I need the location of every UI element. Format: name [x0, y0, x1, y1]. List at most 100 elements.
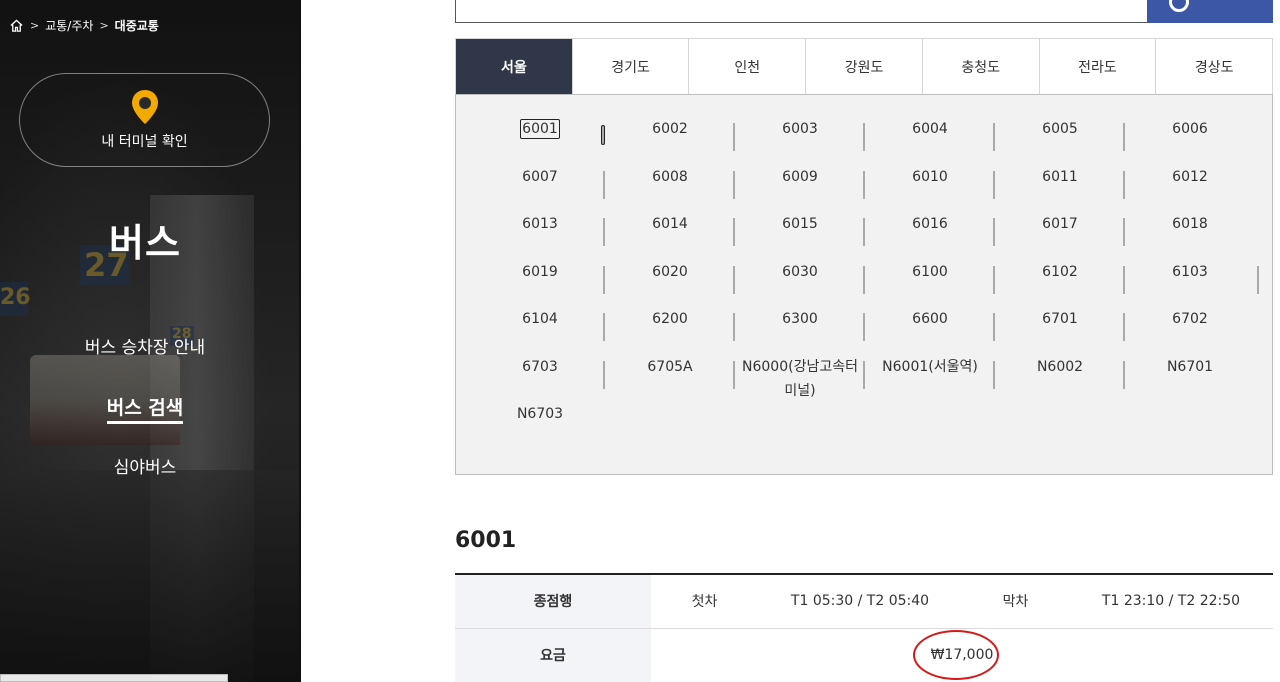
- tab-region-1[interactable]: 경기도: [573, 39, 690, 94]
- route-link[interactable]: 6020: [651, 260, 689, 308]
- sidebar-item-bus-search[interactable]: 버스 검색: [0, 396, 290, 456]
- route-divider: [1257, 265, 1259, 294]
- route-item: 6100: [865, 260, 995, 308]
- route-item: N6001(서울역): [865, 355, 995, 403]
- route-link[interactable]: N6002: [1036, 355, 1084, 403]
- route-panel: 6001 6002 6003 6004 6005 6006 6007 6008 6009 6010…: [455, 94, 1273, 475]
- route-item: 6300: [735, 307, 865, 355]
- tab-region-3[interactable]: 강원도: [806, 39, 923, 94]
- search-icon: [1169, 0, 1189, 12]
- route-link[interactable]: 6011: [1041, 165, 1079, 213]
- route-link[interactable]: 6702: [1171, 307, 1209, 355]
- route-item: 6012: [1125, 165, 1255, 213]
- home-icon[interactable]: [9, 18, 24, 33]
- route-item: 6019: [475, 260, 605, 308]
- tab-region-4[interactable]: 충청도: [923, 39, 1040, 94]
- chevron-right-icon: >: [30, 19, 40, 32]
- route-item: 6702: [1125, 307, 1255, 355]
- route-item: 6011: [995, 165, 1125, 213]
- route-link[interactable]: 6004: [911, 117, 949, 165]
- tab-region-5[interactable]: 전라도: [1040, 39, 1157, 94]
- route-link[interactable]: 6701: [1041, 307, 1079, 355]
- tab-region-2[interactable]: 인천: [689, 39, 807, 94]
- route-item: 6006: [1125, 117, 1255, 165]
- sidebar-item-late-night-bus[interactable]: 심야버스: [0, 456, 290, 516]
- route-link[interactable]: 6006: [1171, 117, 1209, 165]
- route-link[interactable]: 6005: [1041, 117, 1079, 165]
- breadcrumb-current[interactable]: 대중교통: [115, 17, 159, 34]
- route-link[interactable]: 6100: [911, 260, 949, 308]
- tab-region-0[interactable]: 서울: [456, 39, 573, 101]
- my-terminal-button[interactable]: 내 터미널 확인: [19, 73, 270, 167]
- search-input[interactable]: [455, 0, 1148, 23]
- breadcrumb-item[interactable]: 교통/주차: [45, 17, 93, 34]
- sidebar: 27 26 28 > 교통/주차 > 대중교통 내 터미널 확인 버스 버스 승…: [0, 0, 301, 682]
- route-item: 6009: [735, 165, 865, 213]
- fare-cell: ₩17,000: [651, 628, 1273, 682]
- route-link[interactable]: 6007: [521, 165, 559, 213]
- route-link[interactable]: N6000(강남고속터미널): [735, 355, 865, 403]
- route-link[interactable]: 6030: [781, 260, 819, 308]
- route-link[interactable]: 6002: [651, 117, 689, 165]
- route-link[interactable]: N6703: [516, 402, 564, 450]
- route-link[interactable]: 6015: [781, 212, 819, 260]
- breadcrumb: > 교통/주차 > 대중교통: [9, 17, 159, 34]
- route-item: 6013: [475, 212, 605, 260]
- route-item: N6703: [475, 402, 605, 450]
- route-link[interactable]: 6013: [521, 212, 559, 260]
- route-item: 6015: [735, 212, 865, 260]
- route-link[interactable]: 6010: [911, 165, 949, 213]
- fare-label: 요금: [455, 628, 651, 682]
- route-item: 6600: [865, 307, 995, 355]
- route-item: 6020: [605, 260, 735, 308]
- route-link[interactable]: 6018: [1171, 212, 1209, 260]
- route-item: 6002: [605, 117, 735, 165]
- route-info-table: 종점행 첫차 T1 05:30 / T2 05:40 막차 T1 23:10 /…: [455, 573, 1273, 682]
- route-link[interactable]: 6009: [781, 165, 819, 213]
- route-item: 6016: [865, 212, 995, 260]
- route-link[interactable]: 6001: [520, 119, 560, 139]
- first-bus-time: T1 05:30 / T2 05:40: [758, 574, 962, 629]
- region-tabs: 서울 경기도 인천 강원도 충청도 전라도 경상도: [455, 38, 1273, 101]
- route-item: 6701: [995, 307, 1125, 355]
- route-item: 6703: [475, 355, 605, 403]
- route-item: 6705A: [605, 355, 735, 403]
- route-link[interactable]: 6016: [911, 212, 949, 260]
- route-link[interactable]: 6017: [1041, 212, 1079, 260]
- route-link[interactable]: N6001(서울역): [881, 355, 979, 403]
- first-bus-label: 첫차: [651, 574, 758, 629]
- route-link[interactable]: 6008: [651, 165, 689, 213]
- route-item: 6007: [475, 165, 605, 213]
- route-link[interactable]: 6705A: [646, 355, 693, 403]
- route-link[interactable]: 6703: [521, 355, 559, 403]
- route-link[interactable]: 6102: [1041, 260, 1079, 308]
- route-detail-heading: 6001: [455, 528, 517, 553]
- route-link[interactable]: 6012: [1171, 165, 1209, 213]
- route-link[interactable]: 6600: [911, 307, 949, 355]
- route-link[interactable]: 6104: [521, 307, 559, 355]
- route-link[interactable]: 6014: [651, 212, 689, 260]
- search-button[interactable]: [1147, 0, 1273, 23]
- route-item: N6000(강남고속터미널): [735, 355, 865, 403]
- route-item: 6003: [735, 117, 865, 165]
- status-bar-url: [0, 674, 228, 682]
- route-item: 6030: [735, 260, 865, 308]
- location-pin-icon: [131, 90, 158, 124]
- route-item: 6010: [865, 165, 995, 213]
- route-item: 6001: [475, 117, 605, 165]
- table-row: 종점행 첫차 T1 05:30 / T2 05:40 막차 T1 23:10 /…: [455, 574, 1273, 629]
- route-item: 6102: [995, 260, 1125, 308]
- route-link[interactable]: 6300: [781, 307, 819, 355]
- last-bus-time: T1 23:10 / T2 22:50: [1069, 574, 1273, 629]
- route-link[interactable]: 6003: [781, 117, 819, 165]
- route-item: 6200: [605, 307, 735, 355]
- route-link[interactable]: 6103: [1171, 260, 1209, 308]
- sidebar-item-bus-stop-guide[interactable]: 버스 승차장 안내: [0, 336, 290, 396]
- route-link[interactable]: N6701: [1166, 355, 1214, 403]
- route-link[interactable]: 6019: [521, 260, 559, 308]
- tab-region-6[interactable]: 경상도: [1156, 39, 1272, 94]
- route-link[interactable]: 6200: [651, 307, 689, 355]
- route-item: 6017: [995, 212, 1125, 260]
- section-title: 버스: [109, 221, 181, 265]
- route-item: 6005: [995, 117, 1125, 165]
